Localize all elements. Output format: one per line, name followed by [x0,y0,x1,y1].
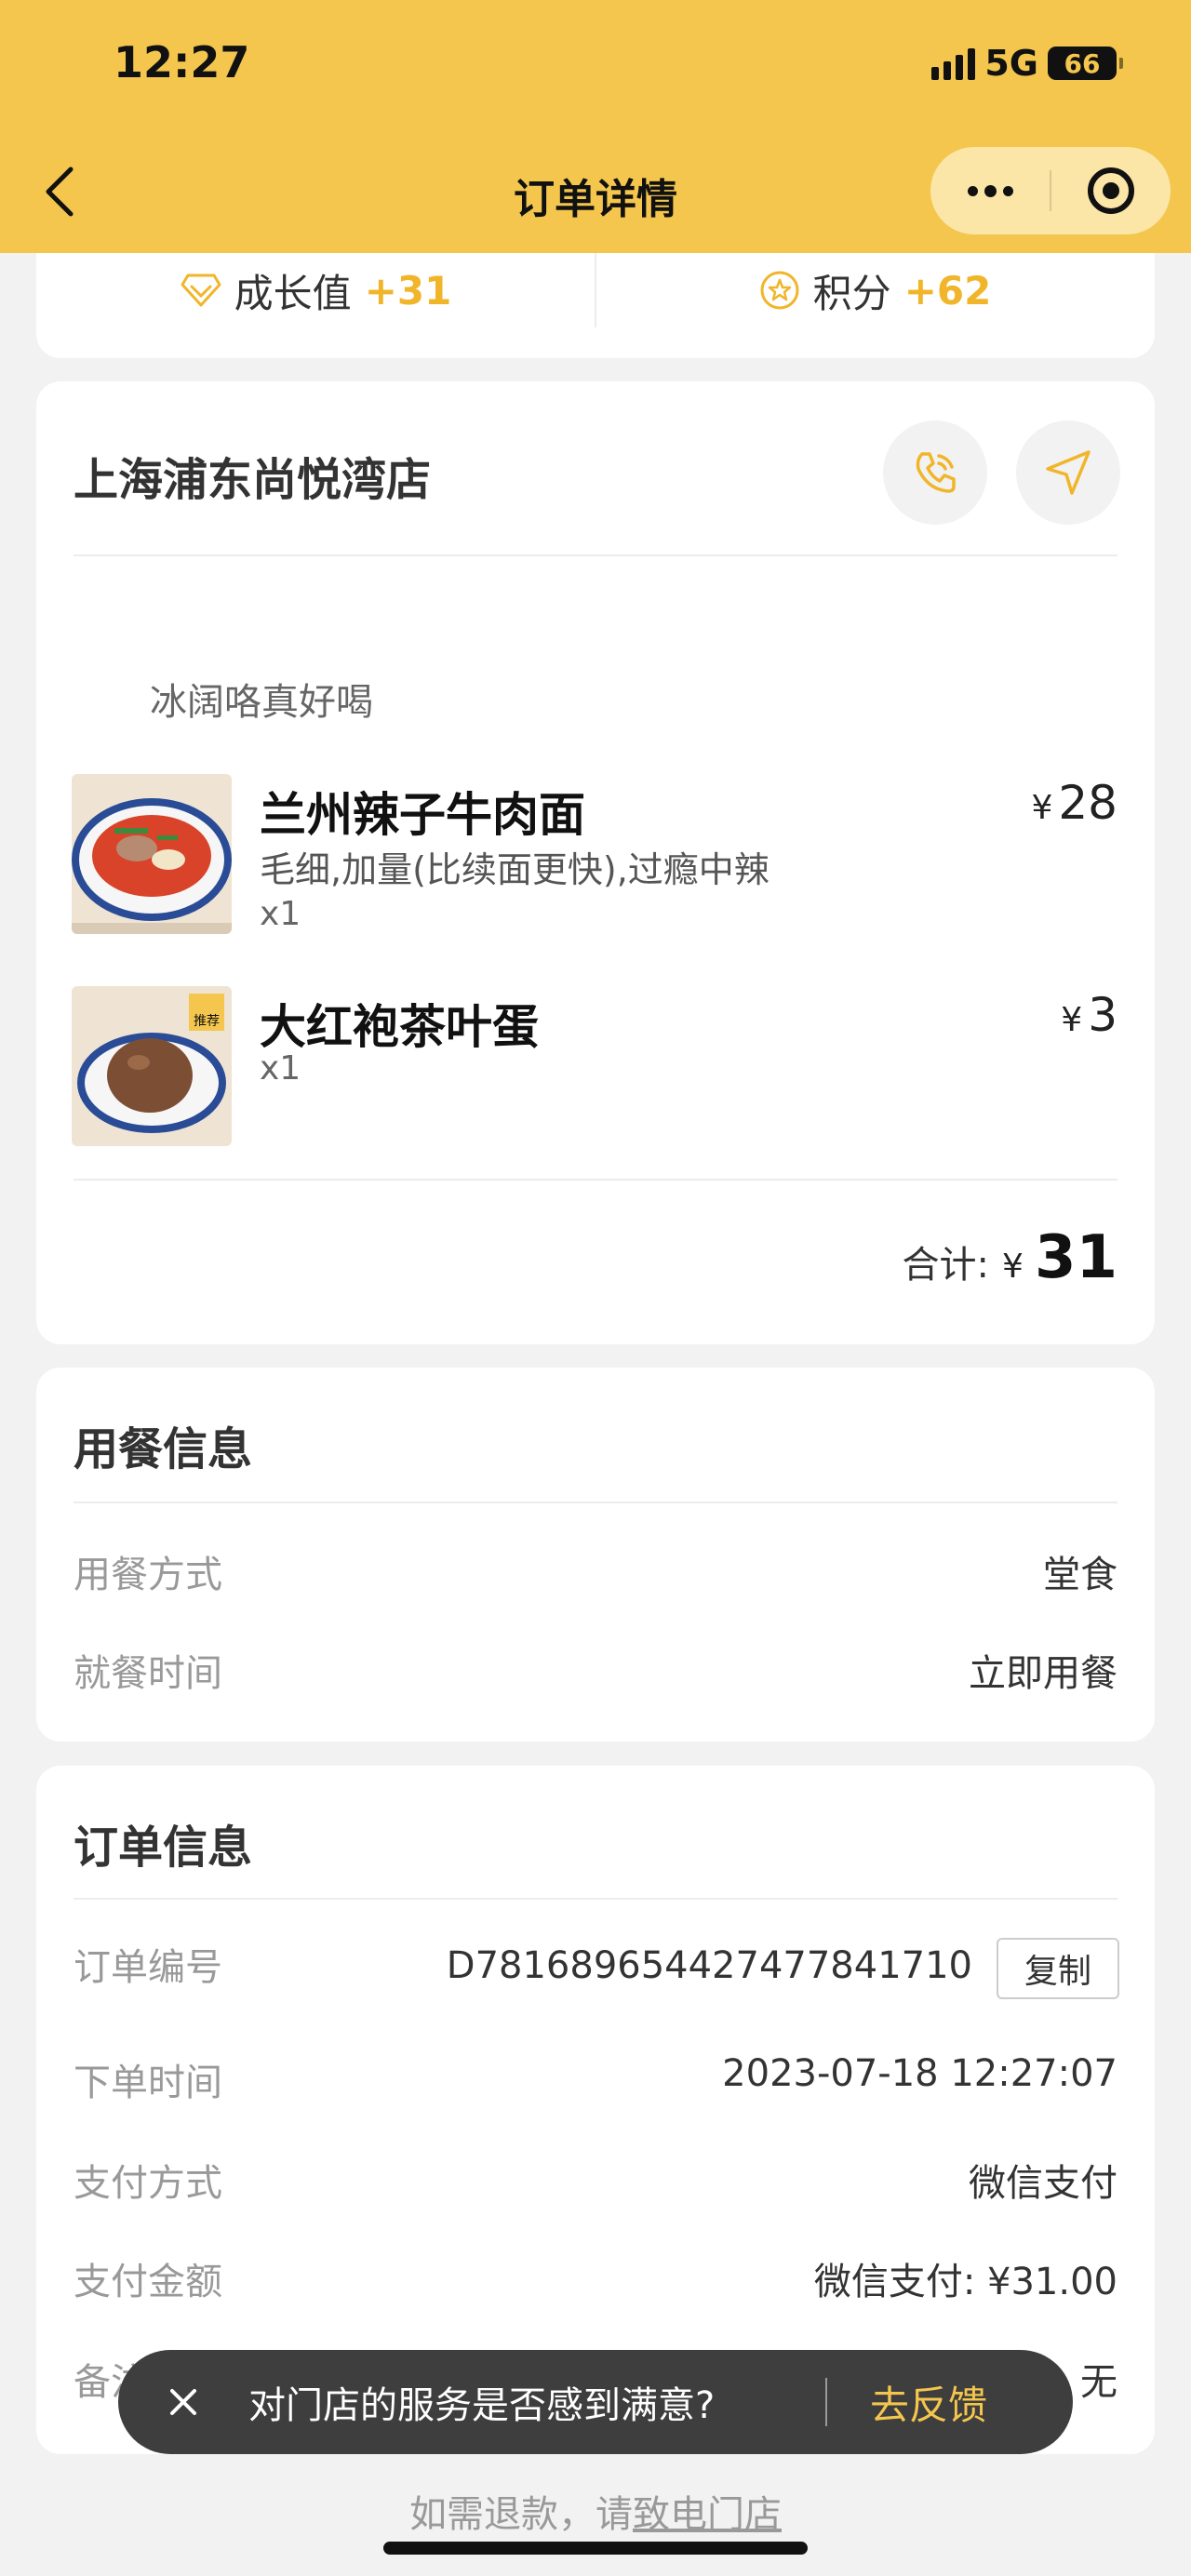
copy-button[interactable]: 复制 [997,1938,1119,1999]
refund-text: 如需退款，请 [409,2493,633,2536]
battery-icon: 66 [1048,47,1123,80]
rewards-divider [595,253,596,327]
mini-program-capsule [930,147,1171,234]
feedback-prompt: 对门店的服务是否感到满意? [248,2384,716,2427]
item-price: ¥28 [1031,776,1117,830]
dining-method-value: 堂食 [1043,1554,1117,1596]
noodle-image [72,774,232,934]
points-value: +62 [903,267,992,314]
close-mini-program-icon[interactable] [1051,147,1171,234]
remark-value: 无 [1080,2361,1117,2404]
order-note: 冰阔咯真好喝 [150,681,373,724]
call-store-link[interactable]: 致电门店 [633,2493,782,2536]
order-time-label: 下单时间 [74,2062,222,2104]
currency-symbol: ¥ [1061,1001,1083,1039]
dining-time-label: 就餐时间 [74,1652,222,1695]
network-type: 5G [984,43,1038,84]
item-quantity: x1 [260,1049,301,1088]
close-icon[interactable] [118,2350,248,2454]
dining-info-card: 用餐信息 用餐方式 堂食 就餐时间 立即用餐 [36,1368,1155,1742]
growth-label: 成长值 [234,270,352,316]
feedback-toast: 对门店的服务是否感到满意? 去反馈 [118,2350,1073,2454]
rewards-row: 成长值 +31 积分 +62 [36,253,1155,327]
status-time: 12:27 [114,37,250,87]
refund-notice: 如需退款，请致电门店 [0,2484,1191,2538]
item-name: 大红袍茶叶蛋 [260,1000,539,1054]
items-divider [74,1179,1117,1181]
growth-value: +31 [364,267,452,314]
diamond-icon [181,274,221,307]
store-divider [74,554,1117,556]
tea-egg-image: 推荐 [72,986,232,1146]
currency-symbol: ¥ [1031,789,1053,827]
payment-amount-value: 微信支付: ¥31.00 [813,2261,1117,2303]
signal-icon [931,47,976,80]
store-name: 上海浦东尚悦湾店 [74,454,432,506]
item-price: ¥3 [1061,988,1117,1042]
order-number-value: D781689654427477841710 [446,1944,972,1987]
payment-method-label: 支付方式 [74,2162,222,2205]
feedback-link[interactable]: 去反馈 [870,2374,987,2431]
call-store-button[interactable] [883,420,987,525]
header: 12:27 5G 66 订单详情 [0,0,1191,253]
points-label: 积分 [812,270,891,316]
order-total: 合计: ¥ 31 [903,1223,1117,1292]
total-label: 合计: [902,1244,990,1287]
payment-amount-label: 支付金额 [74,2261,222,2303]
payment-method-value: 微信支付 [969,2162,1117,2205]
dining-method-label: 用餐方式 [74,1554,222,1596]
status-indicators: 5G 66 [931,43,1123,84]
total-amount: 31 [1034,1223,1117,1292]
badge-label: 推荐 [194,1014,220,1029]
price-value: 3 [1088,988,1117,1042]
section-title: 用餐信息 [74,1423,253,1475]
currency-symbol: ¥ [1002,1248,1024,1286]
phone-icon [916,452,956,493]
navigation-arrow-icon [1046,450,1091,495]
growth-value-item: 成长值 +31 [36,253,596,327]
order-time-value: 2023-07-18 12:27:07 [722,2052,1117,2095]
item-name: 兰州辣子牛肉面 [260,788,585,842]
section-divider [74,1898,1117,1900]
item-quantity: x1 [260,895,301,933]
price-value: 28 [1058,776,1117,830]
store-order-card: 上海浦东尚悦湾店 冰阔咯真好喝 兰州辣子牛肉面 毛细,加量(比续面更快),过瘾中… [36,381,1155,1344]
toast-divider [825,2378,827,2426]
order-number-label: 订单编号 [74,1946,222,1989]
dining-time-value: 立即用餐 [969,1652,1117,1695]
star-icon [760,271,799,310]
section-title: 订单信息 [74,1822,253,1874]
item-spec: 毛细,加量(比续面更快),过瘾中辣 [260,849,769,890]
points-item: 积分 +62 [596,253,1155,327]
section-divider [74,1502,1117,1503]
home-indicator [383,2542,808,2555]
more-icon[interactable] [930,147,1050,234]
navigate-button[interactable] [1016,420,1120,525]
